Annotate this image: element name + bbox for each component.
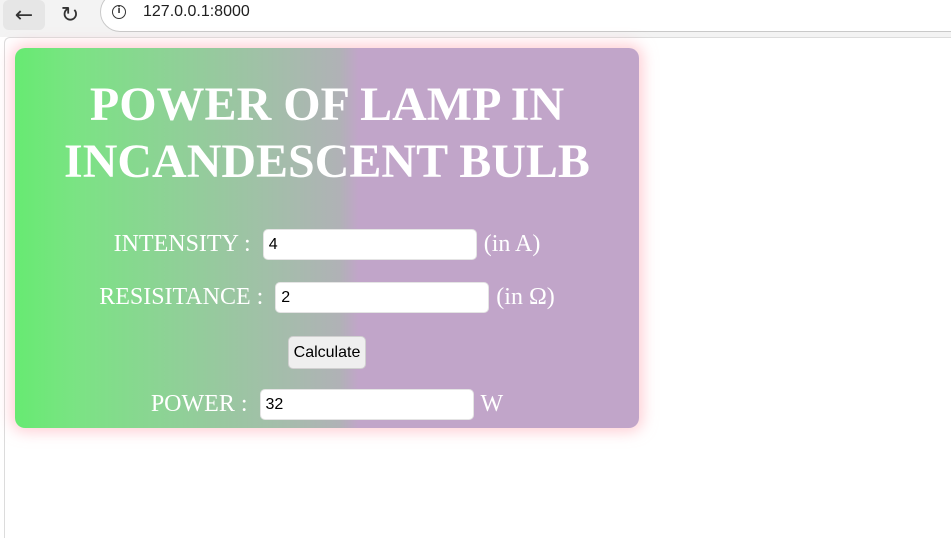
power-label: POWER : [150,391,248,417]
address-bar[interactable]: i 127.0.0.1:8000 [100,0,951,32]
intensity-label: INTENSITY : [113,231,251,257]
calculate-row: Calculate [15,336,639,369]
browser-toolbar: ← ↻ i 127.0.0.1:8000 [0,0,951,37]
resistance-input[interactable] [275,282,490,313]
resistance-unit: (in Ω) [496,284,555,310]
reload-icon[interactable]: ↻ [49,0,91,30]
title-line-1: POWER OF LAMP IN [89,78,565,131]
power-calculator-card: POWER OF LAMP IN INCANDESCENT BULB INTEN… [15,48,639,428]
power-output[interactable] [259,389,474,420]
back-arrow-icon[interactable]: ← [3,0,45,30]
intensity-input[interactable] [262,229,477,260]
resistance-label: RESISITANCE : [99,284,264,310]
url-text[interactable]: 127.0.0.1:8000 [143,3,250,21]
power-row: POWER : W [15,389,639,420]
intensity-unit: (in A) [483,231,541,257]
resistance-row: RESISITANCE : (in Ω) [15,282,639,313]
calculate-button[interactable]: Calculate [287,336,367,369]
info-icon[interactable]: i [112,5,126,19]
page-title: POWER OF LAMP IN INCANDESCENT BULB [15,48,639,190]
power-unit: W [480,391,504,417]
title-line-2: INCANDESCENT BULB [64,135,590,188]
intensity-row: INTENSITY : (in A) [15,229,639,260]
